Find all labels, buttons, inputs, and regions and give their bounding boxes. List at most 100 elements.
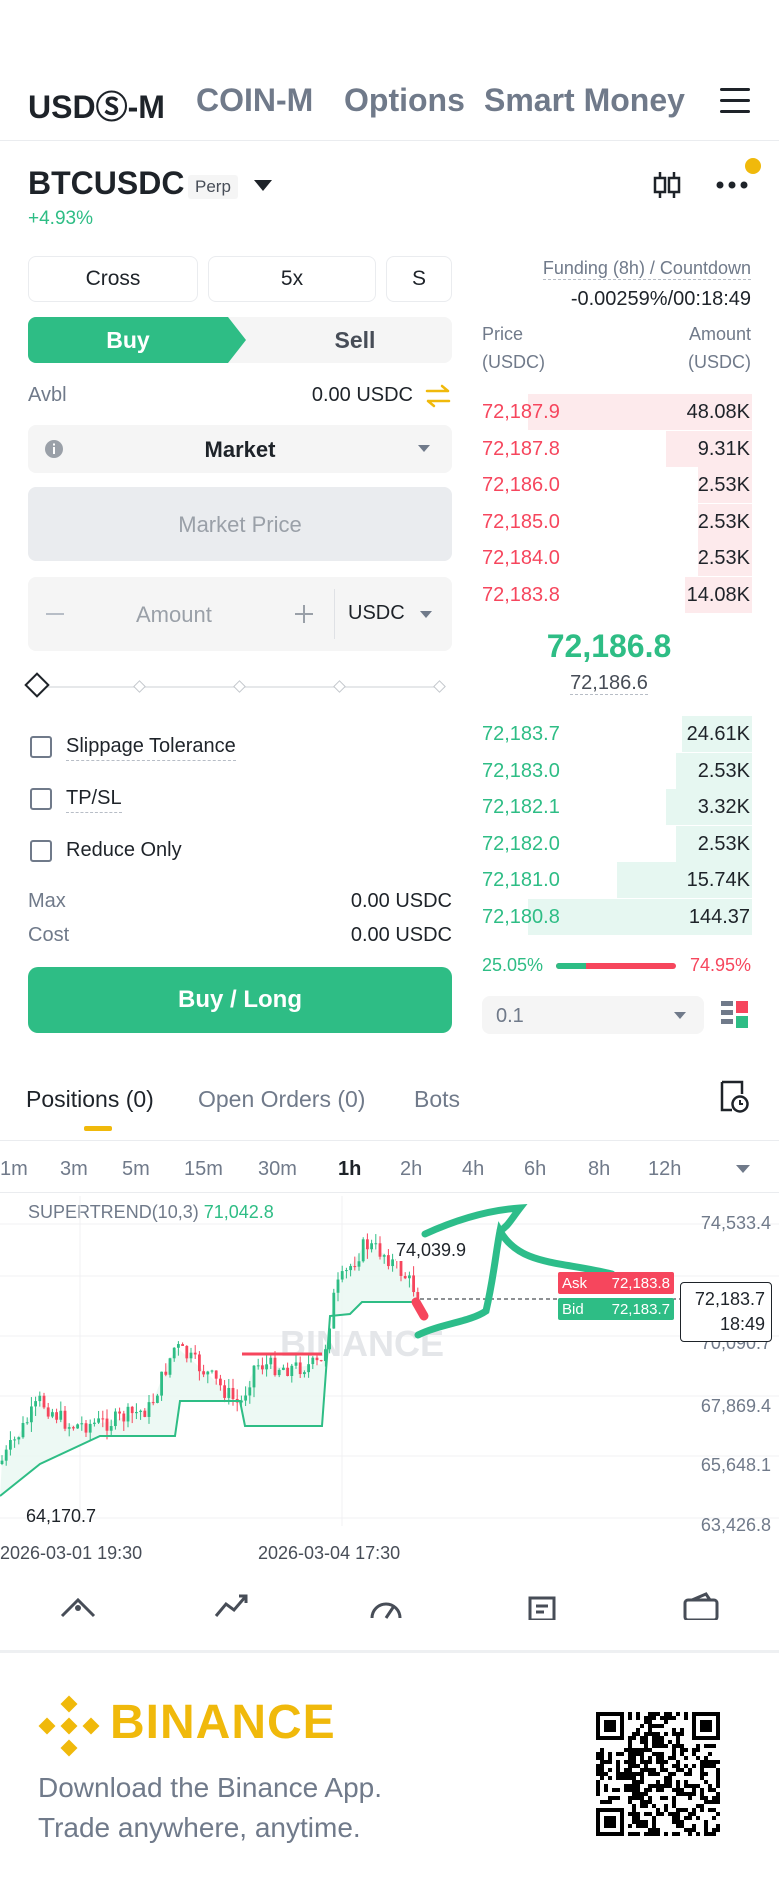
tab-open-orders[interactable]: Open Orders (0) (198, 1086, 365, 1113)
candle-body (412, 1275, 415, 1293)
asset-mode-button[interactable]: S (386, 256, 452, 302)
timeframe-12h[interactable]: 12h (648, 1158, 681, 1181)
timeframe-5m[interactable]: 5m (122, 1158, 150, 1181)
orders-icon[interactable] (526, 1590, 566, 1620)
qr-module (644, 1744, 648, 1748)
drawing-tools-icon[interactable] (366, 1590, 406, 1620)
qr-module (716, 1784, 720, 1788)
tpsl-label[interactable]: TP/SL (66, 787, 122, 813)
qr-module (676, 1764, 680, 1768)
bid-row[interactable]: 72,183.0 2.53K (482, 752, 752, 789)
bid-row[interactable]: 72,182.1 3.32K (482, 789, 752, 826)
order-type-select[interactable]: Market (28, 425, 452, 473)
qr-module (680, 1728, 684, 1732)
order-history-icon[interactable] (718, 1080, 750, 1114)
timeframe-30m[interactable]: 30m (258, 1158, 297, 1181)
bid-row[interactable]: 72,183.7 24.61K (482, 716, 752, 752)
qr-module (648, 1768, 652, 1772)
margin-mode-button[interactable]: Cross (28, 256, 198, 302)
precision-select[interactable]: 0.1 (482, 996, 704, 1034)
ask-tag: Ask 72,183.8 (558, 1272, 674, 1294)
qr-module (676, 1732, 680, 1736)
slippage-label[interactable]: Slippage Tolerance (66, 735, 236, 761)
tab-positions[interactable]: Positions (0) (26, 1086, 154, 1113)
timeframe-2h[interactable]: 2h (400, 1158, 422, 1181)
bid-row[interactable]: 72,181.0 15.74K (482, 862, 752, 899)
buy-long-button[interactable]: Buy / Long (28, 967, 452, 1033)
bid-row[interactable]: 72,180.8 144.37 (482, 899, 752, 935)
ask-row[interactable]: 72,183.8 14.08K (482, 577, 752, 613)
app-download-qr-code[interactable] (596, 1712, 720, 1836)
trend-icon[interactable] (212, 1590, 252, 1620)
slider-step-25[interactable] (133, 680, 146, 693)
qr-finder (604, 1720, 616, 1732)
qr-module (680, 1732, 684, 1736)
tab-bots[interactable]: Bots (414, 1086, 460, 1113)
candle-body (219, 1378, 222, 1386)
wallet-icon[interactable] (682, 1590, 722, 1620)
qr-module (664, 1744, 668, 1748)
qr-module (696, 1748, 700, 1752)
symbol-dropdown-icon[interactable] (254, 180, 272, 191)
slider-step-75[interactable] (333, 680, 346, 693)
timeframe-1m[interactable]: 1m (0, 1158, 28, 1181)
more-timeframes-icon[interactable] (736, 1165, 750, 1173)
qr-module (708, 1788, 712, 1792)
more-options-icon[interactable] (716, 180, 748, 190)
order-type-label: Market (204, 437, 276, 462)
qr-module (700, 1772, 704, 1776)
minus-icon[interactable] (46, 613, 64, 615)
ask-row[interactable]: 72,184.0 2.53K (482, 540, 752, 577)
qr-module (712, 1832, 716, 1836)
candle-body (38, 1395, 42, 1402)
price-field[interactable]: Market Price (28, 487, 452, 561)
tab-options[interactable]: Options (344, 82, 465, 119)
timeframe-6h[interactable]: 6h (524, 1158, 546, 1181)
qr-module (656, 1772, 660, 1776)
price-chart[interactable]: BINANCE (0, 1196, 779, 1536)
candlestick-chart-icon[interactable] (652, 170, 682, 200)
sell-tab[interactable]: Sell (258, 317, 452, 363)
timeframe-3m[interactable]: 3m (60, 1158, 88, 1181)
funding-value: -0.00259%/00:18:49 (570, 288, 751, 310)
tpsl-checkbox[interactable] (30, 788, 52, 810)
qr-module (632, 1736, 636, 1740)
transfer-icon[interactable] (424, 384, 452, 408)
menu-icon[interactable] (720, 88, 750, 114)
slider-thumb[interactable] (24, 672, 50, 698)
reduce-only-label[interactable]: Reduce Only (66, 839, 182, 864)
tab-coin-m[interactable]: COIN-M (196, 82, 313, 119)
tab-smart-money[interactable]: Smart Money (484, 82, 685, 119)
timeframe-8h[interactable]: 8h (588, 1158, 610, 1181)
bid-amount: 24.61K (686, 723, 750, 745)
qr-module (600, 1748, 604, 1752)
bid-row[interactable]: 72,182.0 2.53K (482, 825, 752, 862)
reduce-only-checkbox[interactable] (30, 840, 52, 862)
qr-module (648, 1760, 652, 1764)
timeframe-15m[interactable]: 15m (184, 1158, 223, 1181)
indicators-icon[interactable] (58, 1590, 98, 1620)
ask-row[interactable]: 72,186.0 2.53K (482, 467, 752, 504)
plus-icon[interactable] (294, 604, 314, 624)
ask-row[interactable]: 72,185.0 2.53K (482, 503, 752, 540)
symbol-name[interactable]: BTCUSDC (28, 165, 184, 202)
amount-field[interactable]: Amount USDC (28, 577, 452, 651)
timeframe-1h[interactable]: 1h (338, 1158, 361, 1181)
orderbook-layout-icon[interactable] (720, 1000, 750, 1030)
ask-row[interactable]: 72,187.8 9.31K (482, 430, 752, 467)
buy-tab[interactable]: Buy (28, 317, 246, 363)
qr-module (660, 1724, 664, 1728)
mark-price[interactable]: 72,186.6 (570, 672, 648, 695)
slider-step-100[interactable] (433, 680, 446, 693)
leverage-button[interactable]: 5x (208, 256, 376, 302)
amount-unit[interactable]: USDC (348, 602, 405, 625)
qr-module (636, 1796, 640, 1800)
ask-row[interactable]: 72,187.9 48.08K (482, 394, 752, 430)
funding-label[interactable]: Funding (8h) / Countdown (542, 258, 751, 280)
qr-module (652, 1744, 656, 1748)
tab-usds-m[interactable]: USDⓈ-M (28, 82, 165, 128)
qr-module (656, 1812, 660, 1816)
slippage-checkbox[interactable] (30, 736, 52, 758)
timeframe-4h[interactable]: 4h (462, 1158, 484, 1181)
slider-step-50[interactable] (233, 680, 246, 693)
